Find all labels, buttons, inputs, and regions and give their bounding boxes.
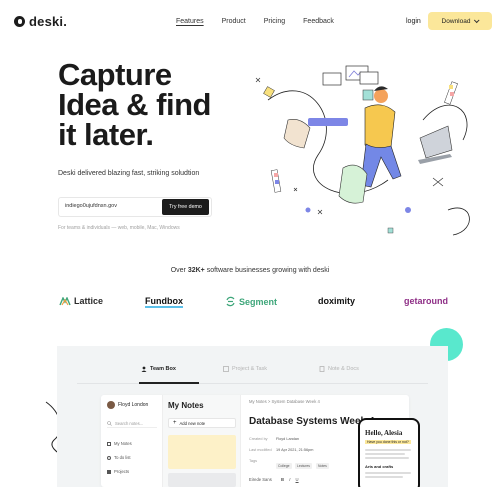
hero-title-line-3: it later. xyxy=(58,117,154,152)
avatar xyxy=(107,401,115,409)
meta-value-modified: 19 Apr 2021, 21:56pm xyxy=(276,448,314,452)
meta-label-modified: Last modified xyxy=(249,448,272,452)
add-note-label: Add new note xyxy=(179,420,206,426)
text-line xyxy=(365,453,405,455)
tag-chip[interactable]: Lectures xyxy=(295,463,313,469)
phone-highlight: Have you done this or not? xyxy=(365,440,411,444)
nav-link-product[interactable]: Product xyxy=(222,18,246,25)
doximity-logo: doximity xyxy=(318,296,355,306)
tab-note-docs[interactable]: Note & Docs xyxy=(319,366,359,372)
team-icon xyxy=(141,366,147,372)
tab-project-task[interactable]: Project & Task xyxy=(223,366,267,372)
logo-text: deski. xyxy=(29,14,68,29)
sidebar-item-label: Projects xyxy=(114,469,130,474)
breadcrumb: My Notes > System Database Week 4 xyxy=(249,399,320,404)
social-proof-count: 32K+ xyxy=(187,267,205,274)
try-demo-button[interactable]: Try free demo xyxy=(162,199,209,215)
brand-logos: Lattice Fundbox Segment doximity getarou… xyxy=(0,294,500,310)
hero-title: Capture Idea & find it later. xyxy=(58,57,258,152)
sidebar-item-label: To do list xyxy=(114,455,131,460)
nav-links: Features Product Pricing Feedback xyxy=(176,18,334,25)
social-proof-text: Over 32K+ software businesses growing wi… xyxy=(0,267,500,274)
document-title: Database Systems Week 4 xyxy=(249,416,375,427)
phone-mockup: Hello, Alesia Have you done this or not?… xyxy=(358,418,420,487)
fundbox-logo: Fundbox xyxy=(145,296,183,308)
email-input[interactable] xyxy=(65,203,155,209)
sidebar-item-label: My Notes xyxy=(114,441,132,446)
logo-icon xyxy=(14,16,25,27)
search-placeholder: Search notes... xyxy=(115,420,144,426)
fundbox-name: Fundbox xyxy=(145,296,183,306)
todo-icon xyxy=(107,455,111,460)
sidebar-item-my-notes[interactable]: My Notes xyxy=(107,441,132,446)
brand-logo[interactable]: deski. xyxy=(14,14,67,29)
social-proof-prefix: Over xyxy=(170,267,188,274)
download-button[interactable]: Download xyxy=(428,12,492,30)
nav-link-features[interactable]: Features xyxy=(176,18,204,25)
segment-name: Segment xyxy=(239,296,278,307)
phone-section-title: Arts and crafts xyxy=(365,464,394,469)
lattice-name: Lattice xyxy=(74,296,104,306)
plus-icon: + xyxy=(173,420,177,426)
tab-active-indicator xyxy=(139,382,199,384)
format-toolbar[interactable]: Eirede Sans B I U xyxy=(249,477,299,482)
hero-title-line-1: Capture xyxy=(58,57,172,92)
getaround-logo: getaround xyxy=(404,296,448,306)
sidebar-item-projects[interactable]: Projects xyxy=(107,469,129,474)
hero-subtitle: Deski delivered blazing fast, striking s… xyxy=(58,170,200,177)
bold-icon[interactable]: B xyxy=(281,477,284,482)
tab-divider xyxy=(77,383,428,384)
top-navigation: deski. Features Product Pricing Feedback… xyxy=(0,0,500,44)
chevron-down-icon xyxy=(474,17,480,24)
hero-title-line-2: Idea & find xyxy=(58,87,211,122)
font-select[interactable]: Eirede Sans xyxy=(249,477,272,482)
tag-chip[interactable]: College xyxy=(276,463,292,469)
italic-icon[interactable]: I xyxy=(289,477,290,482)
user-profile[interactable]: Floyd London xyxy=(107,401,148,409)
hero-illustration xyxy=(255,65,470,236)
doc-icon xyxy=(319,366,325,372)
app-sidebar: Floyd London Search notes... My Notes To… xyxy=(101,395,163,487)
notes-title: My Notes xyxy=(168,401,204,410)
phone-greeting: Hello, Alesia xyxy=(365,429,403,437)
underline-icon[interactable]: U xyxy=(296,477,299,482)
notes-icon xyxy=(107,441,111,446)
meta-value-created: Floyd Landan xyxy=(276,437,300,441)
tab-note-docs-label: Note & Docs xyxy=(328,366,359,372)
notes-search[interactable]: Search notes... xyxy=(107,419,157,428)
projects-icon xyxy=(107,469,111,474)
tag-chip[interactable]: Notes xyxy=(316,463,329,469)
getaround-name: getaround xyxy=(404,296,448,306)
user-name: Floyd London xyxy=(118,402,149,408)
tab-team-box-label: Team Box xyxy=(150,366,176,372)
note-card[interactable] xyxy=(168,435,236,469)
segment-icon xyxy=(226,296,235,307)
lattice-logo: Lattice xyxy=(59,296,103,306)
doximity-name: doximity xyxy=(318,296,356,306)
search-icon xyxy=(107,420,112,426)
nav-link-feedback[interactable]: Feedback xyxy=(303,18,334,25)
lattice-icon xyxy=(59,296,71,305)
phone-screen: Hello, Alesia Have you done this or not?… xyxy=(360,420,418,487)
segment-logo: Segment xyxy=(225,296,277,307)
text-line xyxy=(365,472,411,474)
social-proof-suffix: software businesses growing with deski xyxy=(204,267,330,274)
meta-label-created: Created by xyxy=(249,437,268,441)
nav-link-pricing[interactable]: Pricing xyxy=(264,18,285,25)
tab-team-box[interactable]: Team Box xyxy=(141,366,176,372)
sidebar-item-todo[interactable]: To do list xyxy=(107,455,131,460)
tab-project-task-label: Project & Task xyxy=(232,366,268,372)
platform-note: For teams & individuals — web, mobile, M… xyxy=(58,225,180,231)
text-line xyxy=(365,449,411,451)
task-icon xyxy=(223,366,229,372)
product-tabs: Team Box Project & Task Note & Docs xyxy=(57,366,448,378)
notes-list: My Notes + Add new note xyxy=(163,395,241,487)
download-label: Download xyxy=(441,17,471,25)
text-line xyxy=(365,476,403,478)
add-note-button[interactable]: + Add new note xyxy=(168,418,236,428)
text-line xyxy=(365,457,409,459)
login-link[interactable]: login xyxy=(406,18,421,25)
meta-label-tags: Tags xyxy=(249,459,258,463)
note-card[interactable] xyxy=(168,473,236,487)
